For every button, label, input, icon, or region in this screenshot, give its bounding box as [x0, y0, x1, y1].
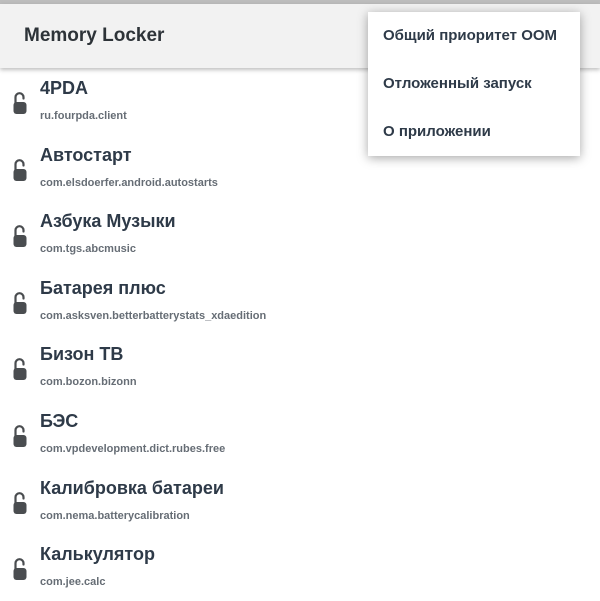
- unlocked-padlock-icon[interactable]: [12, 91, 28, 115]
- unlocked-padlock-icon[interactable]: [12, 224, 28, 248]
- menu-item-oom-priority[interactable]: Общий приоритет OOM: [368, 12, 580, 60]
- app-name: Автостарт: [40, 144, 132, 165]
- menu-item-about[interactable]: О приложении: [368, 108, 580, 156]
- app-name: Калькулятор: [40, 544, 156, 565]
- overflow-menu: Общий приоритет OOM Отложенный запуск О …: [368, 12, 580, 156]
- app-list-item[interactable]: Бизон ТВ com.bozon.bizonn: [0, 334, 600, 401]
- unlocked-padlock-icon[interactable]: [12, 291, 28, 315]
- app-name: Бизон ТВ: [40, 344, 124, 365]
- app-list-item[interactable]: Калибровка батареи com.nema.batterycalib…: [0, 468, 600, 535]
- app-list-item[interactable]: Азбука Музыки com.tgs.abcmusic: [0, 201, 600, 268]
- app-package: com.vpdevelopment.dict.rubes.free: [40, 442, 226, 455]
- app-name: Азбука Музыки: [40, 211, 176, 232]
- app-package: com.asksven.betterbatterystats_xdaeditio…: [40, 309, 267, 322]
- app-title: Memory Locker: [24, 25, 165, 46]
- app-name: Батарея плюс: [40, 277, 166, 298]
- unlocked-padlock-icon[interactable]: [12, 491, 28, 515]
- app-package: com.elsdoerfer.android.autostarts: [40, 176, 218, 189]
- app-package: ru.fourpda.client: [40, 110, 127, 122]
- app-list-item[interactable]: БЭС com.vpdevelopment.dict.rubes.free: [0, 401, 600, 468]
- menu-item-delayed-launch[interactable]: Отложенный запуск: [368, 60, 580, 108]
- app-name: БЭС: [40, 410, 79, 431]
- unlocked-padlock-icon[interactable]: [12, 557, 28, 581]
- app-package: com.tgs.abcmusic: [40, 243, 136, 256]
- app-package: com.nema.batterycalibration: [40, 509, 190, 522]
- app-list-item[interactable]: Батарея плюс com.asksven.betterbatteryst…: [0, 268, 600, 335]
- app-list-item[interactable]: Калькулятор com.jee.calc: [0, 534, 600, 601]
- app-package: com.jee.calc: [40, 576, 106, 589]
- app-package: com.bozon.bizonn: [40, 376, 137, 389]
- app-name: 4PDA: [40, 78, 89, 98]
- unlocked-padlock-icon[interactable]: [12, 424, 28, 448]
- unlocked-padlock-icon[interactable]: [12, 357, 28, 381]
- app-name: Калибровка батареи: [40, 477, 224, 498]
- unlocked-padlock-icon[interactable]: [12, 158, 28, 182]
